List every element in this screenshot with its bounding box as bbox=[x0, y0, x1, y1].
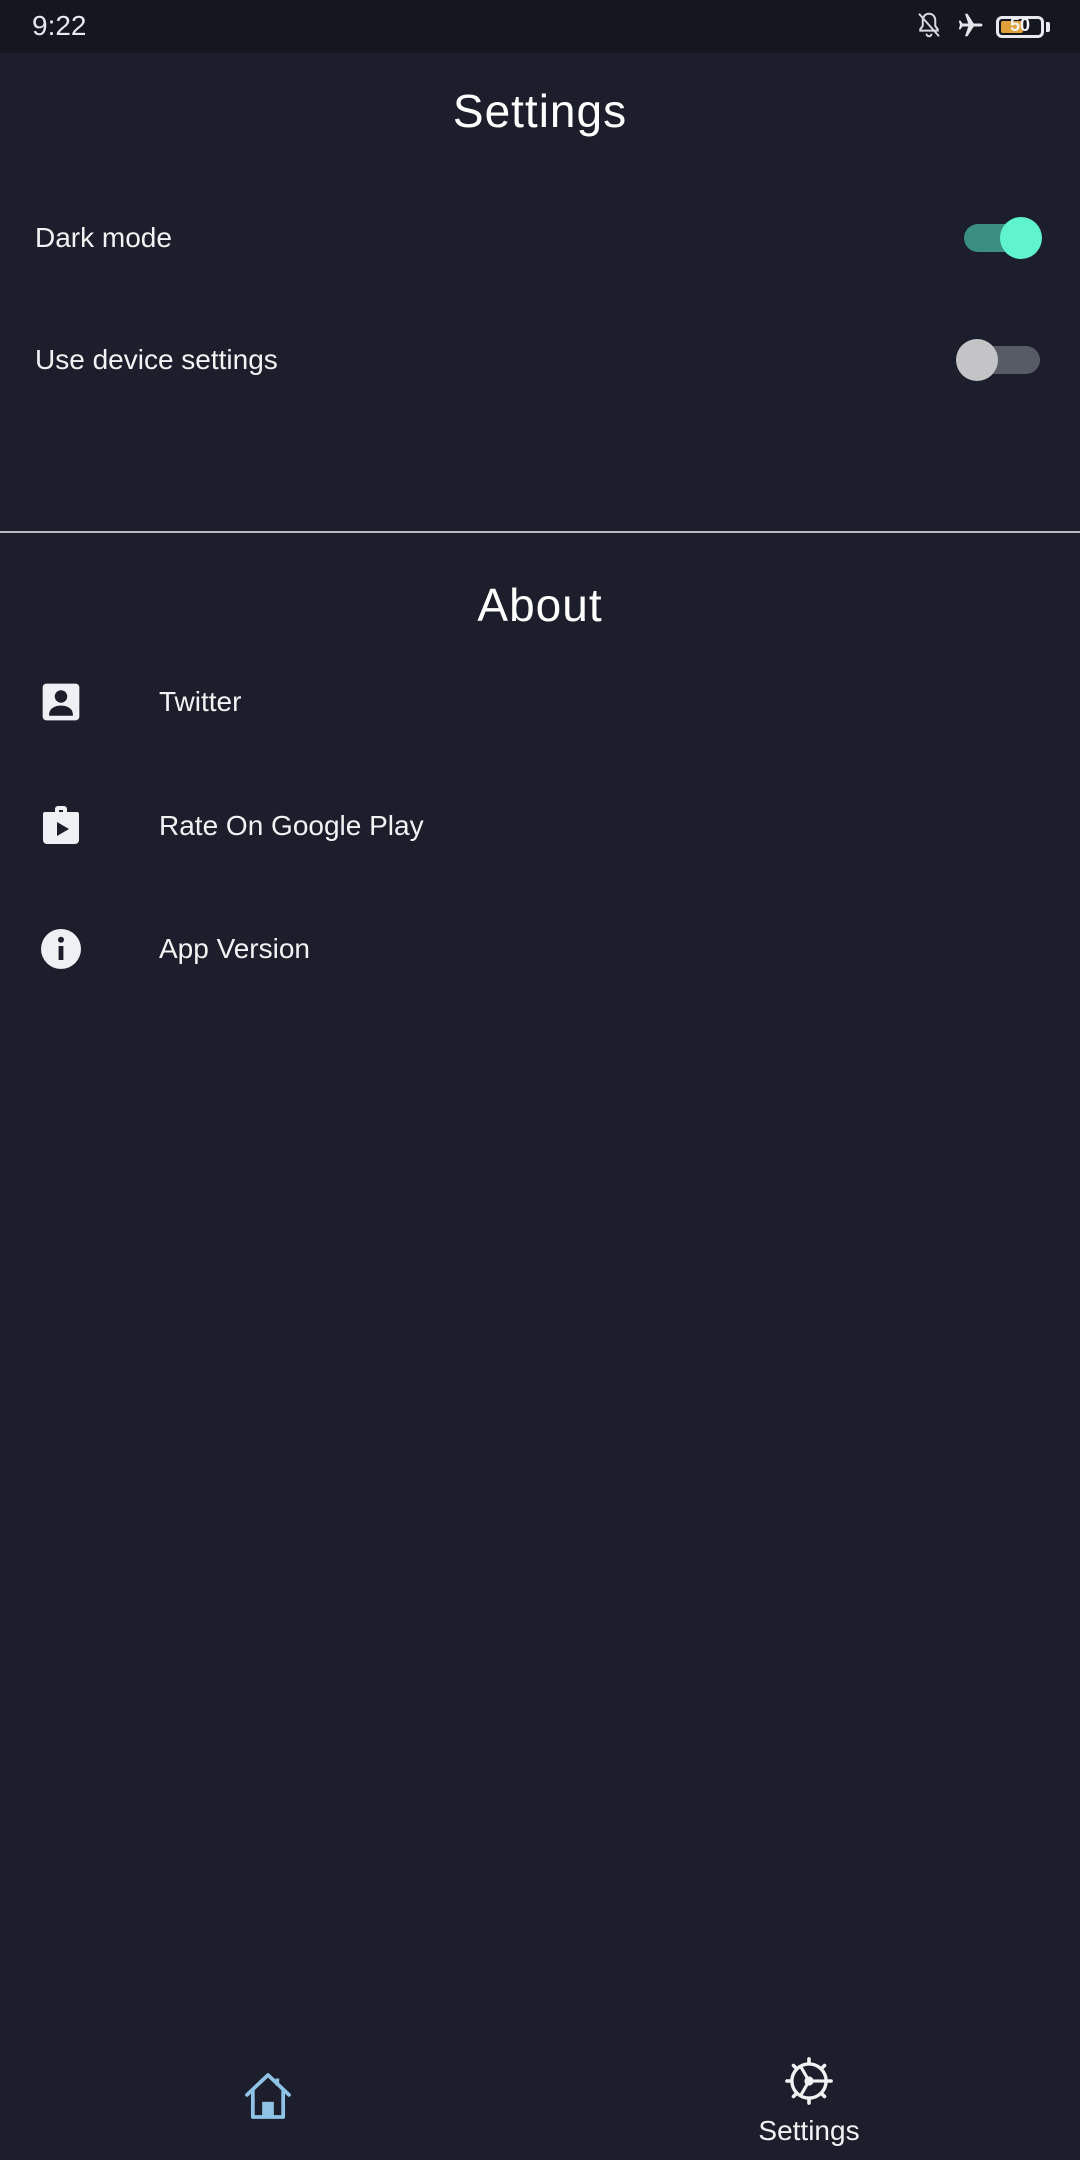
shop-play-icon bbox=[36, 801, 86, 851]
battery-level: 50 bbox=[1009, 15, 1031, 35]
battery-body: 50 bbox=[996, 15, 1044, 38]
dark-mode-toggle[interactable] bbox=[964, 217, 1042, 259]
about-item-app-version[interactable]: App Version bbox=[36, 914, 1040, 984]
section-divider bbox=[0, 531, 1080, 533]
battery-tip bbox=[1046, 22, 1050, 32]
dark-mode-row[interactable]: Dark mode bbox=[35, 208, 1042, 268]
use-device-settings-row[interactable]: Use device settings bbox=[35, 330, 1040, 390]
app-version-label: App Version bbox=[159, 933, 310, 964]
status-time: 9:22 bbox=[32, 10, 87, 41]
use-device-settings-label: Use device settings bbox=[35, 344, 278, 375]
battery-icon: 50 bbox=[996, 15, 1050, 38]
status-bar: 9:22 50 bbox=[0, 0, 1080, 53]
bell-off-icon bbox=[914, 10, 944, 45]
about-item-rate-google-play[interactable]: Rate On Google Play bbox=[36, 791, 1040, 861]
status-icons: 50 bbox=[914, 10, 1050, 44]
nav-settings-label: Settings bbox=[758, 2115, 860, 2146]
about-item-twitter[interactable]: Twitter bbox=[36, 667, 1040, 737]
bottom-navigation: Settings bbox=[0, 2040, 1080, 2160]
toggle-knob bbox=[956, 339, 998, 381]
home-icon bbox=[240, 2068, 296, 2129]
about-title: About bbox=[477, 579, 603, 631]
nav-settings[interactable]: Settings bbox=[659, 2040, 959, 2160]
twitter-label: Twitter bbox=[159, 686, 242, 717]
toggle-knob bbox=[1000, 217, 1042, 259]
account-box-icon bbox=[36, 677, 86, 727]
settings-wheel-icon bbox=[782, 2054, 836, 2113]
dark-mode-label: Dark mode bbox=[35, 222, 172, 253]
use-device-settings-toggle[interactable] bbox=[956, 339, 1040, 381]
rate-google-play-label: Rate On Google Play bbox=[159, 810, 424, 841]
page-title: Settings bbox=[452, 85, 628, 137]
airplane-icon bbox=[954, 10, 986, 45]
info-icon bbox=[36, 924, 86, 974]
nav-home[interactable] bbox=[118, 2040, 418, 2160]
